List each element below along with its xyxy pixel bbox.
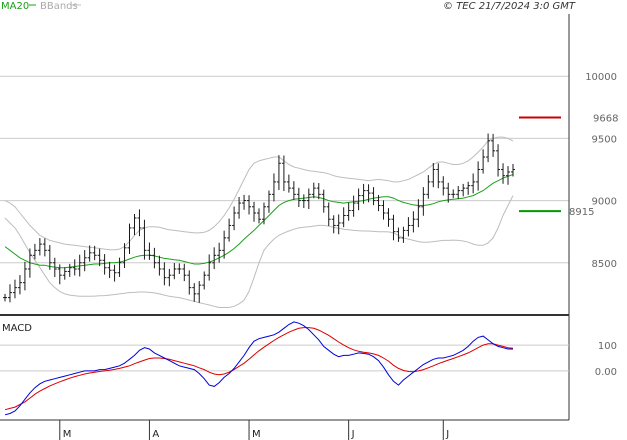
support-label: 8915 xyxy=(569,207,594,218)
macd-y-tick-label: 100 xyxy=(598,341,617,352)
x-tick-label: A xyxy=(152,429,159,440)
macd-y-tick-label: 0.00 xyxy=(595,367,617,378)
x-tick-label: J xyxy=(445,429,449,440)
x-tick-label: M xyxy=(63,429,72,440)
legend: MA20 BBands xyxy=(1,1,81,12)
copyright-text: © TEC 21/7/2024 3:0 GMT xyxy=(443,1,576,12)
legend-bbands: BBands xyxy=(40,1,78,12)
x-tick-label: M xyxy=(252,429,261,440)
price-y-tick-label: 8500 xyxy=(592,259,617,270)
x-tick-label: J xyxy=(351,429,355,440)
macd-title: MACD xyxy=(2,323,32,334)
chart: MA20 BBands © TEC 21/7/2024 3:0 GMT 1000… xyxy=(0,0,627,440)
price-y-tick-label: 10000 xyxy=(585,72,617,83)
resistance-label: 9668 xyxy=(593,113,618,124)
price-y-tick-label: 9500 xyxy=(592,134,617,145)
legend-ma20: MA20 xyxy=(1,1,29,12)
price-y-tick-label: 9000 xyxy=(592,197,617,208)
